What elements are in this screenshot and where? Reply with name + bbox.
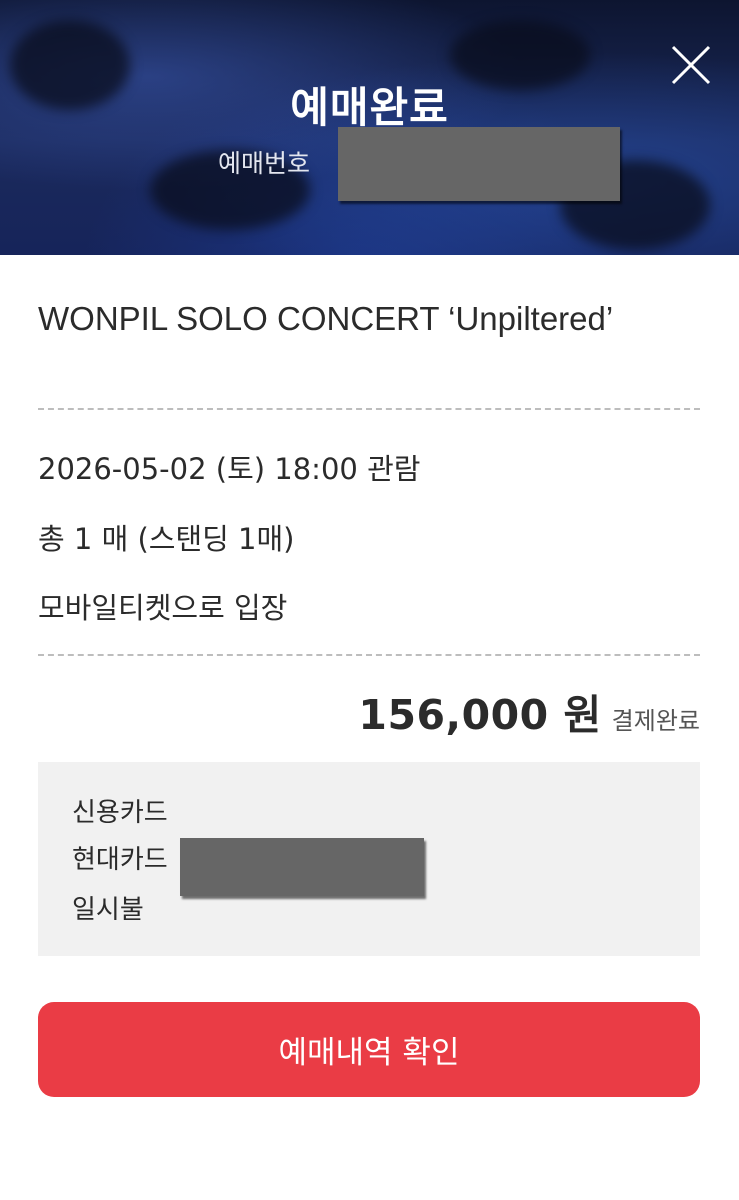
concert-title: WONPIL SOLO CONCERT ‘Unpiltered’ (38, 300, 614, 337)
close-button[interactable] (670, 44, 712, 86)
ticket-count: 총 1 매 (스탠딩 1매) (38, 522, 295, 556)
close-icon (671, 45, 711, 85)
view-reservation-button[interactable]: 예매내역 확인 (38, 1002, 700, 1097)
divider (38, 654, 700, 656)
payment-status: 결제완료 (611, 707, 700, 735)
card-number-redacted (180, 838, 424, 896)
card-name: 현대카드 (72, 845, 168, 875)
payment-method: 신용카드 (72, 798, 168, 828)
header-banner: 예매완료 예매번호 (0, 0, 739, 255)
installment-type: 일시불 (72, 895, 144, 925)
price-row: 156,000 원 결제완료 (358, 681, 700, 741)
entry-method: 모바일티켓으로 입장 (38, 591, 288, 625)
reservation-number-redacted (338, 127, 620, 201)
page-title: 예매완료 (290, 83, 449, 132)
reservation-number-label: 예매번호 (218, 149, 311, 178)
divider (38, 408, 700, 410)
payment-info-panel: 신용카드 현대카드 일시불 (38, 762, 700, 956)
total-price: 156,000 원 (358, 691, 602, 739)
performance-datetime: 2026-05-02 (토) 18:00 관람 (38, 452, 421, 486)
